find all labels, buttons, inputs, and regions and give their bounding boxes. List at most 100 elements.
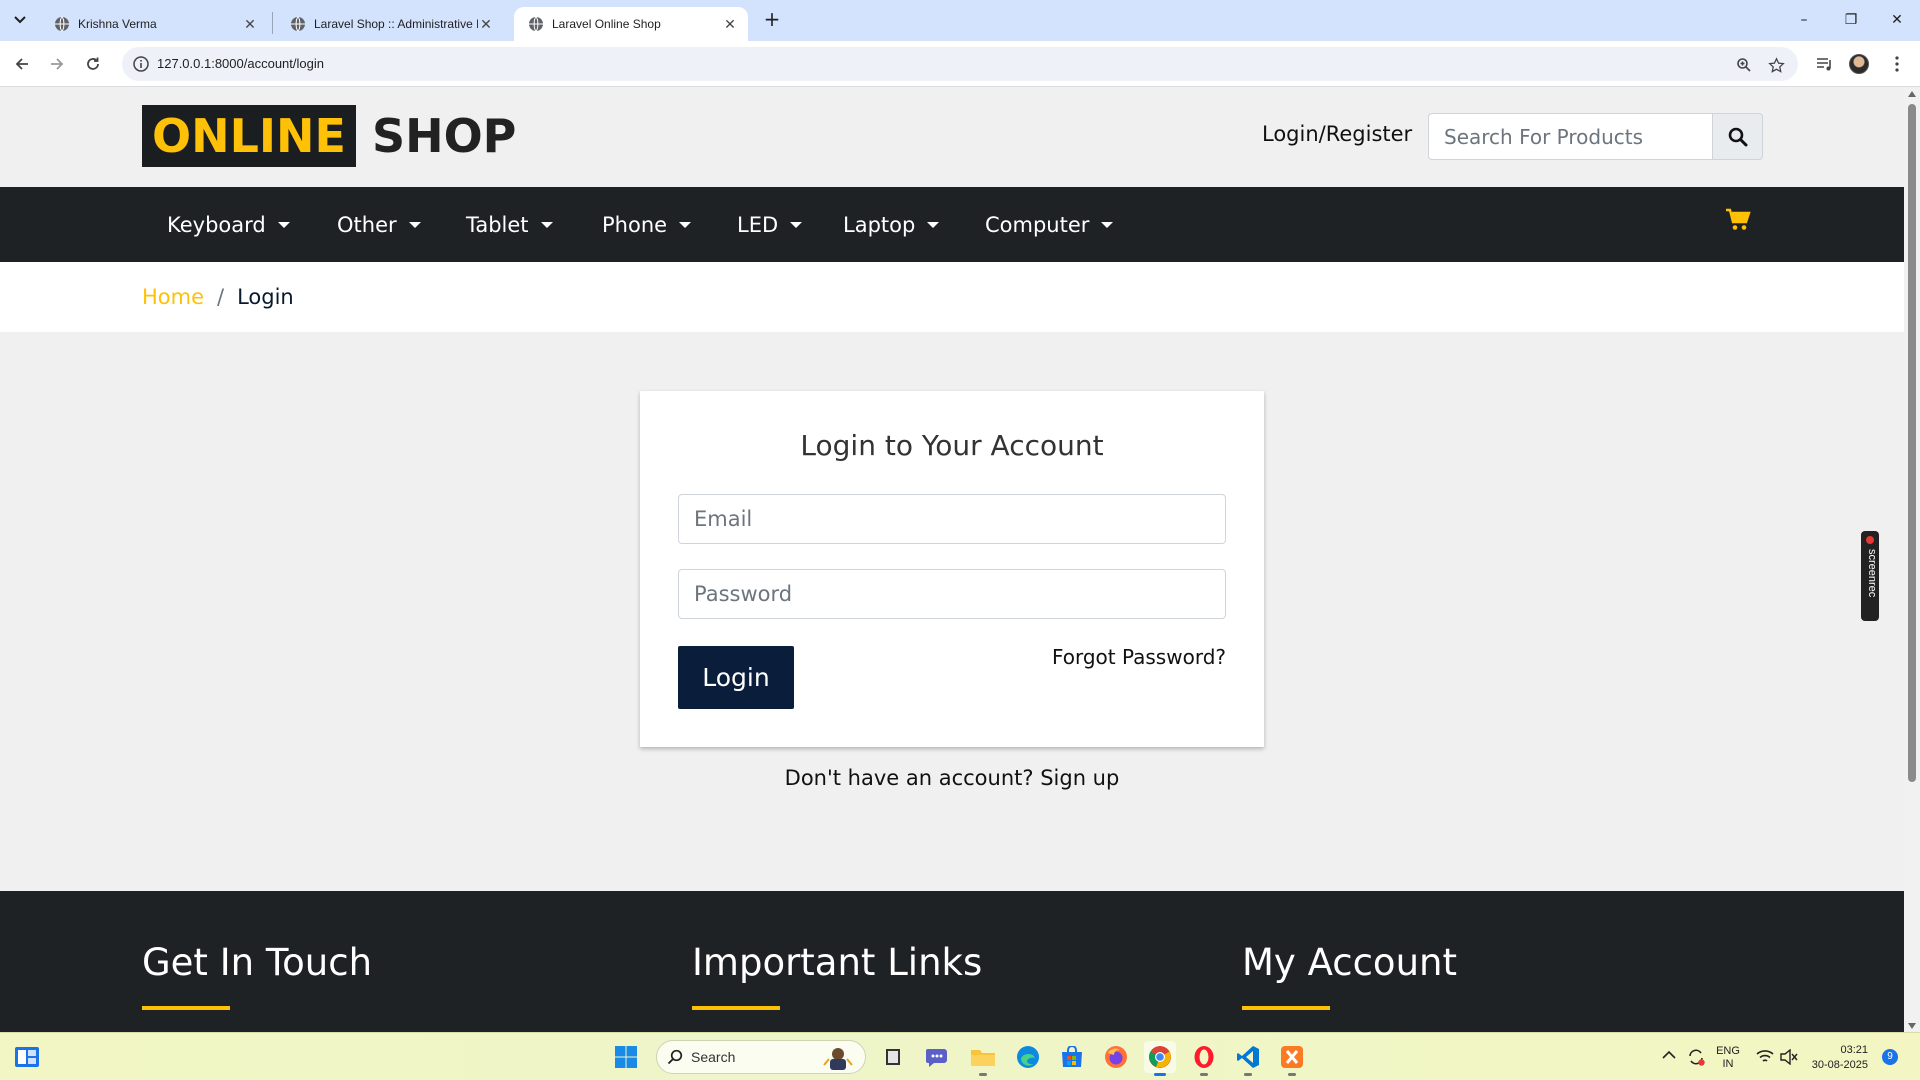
site-footer: Get In Touch Important Links My Account — [0, 891, 1904, 1032]
nav-label: Computer — [985, 212, 1090, 237]
back-button[interactable] — [7, 49, 37, 79]
globe-icon — [55, 16, 69, 32]
globe-icon — [529, 16, 543, 32]
page-scrollbar[interactable] — [1904, 88, 1920, 1032]
url-text: 127.0.0.1:8000/account/login — [157, 56, 324, 71]
browser-menu-icon[interactable] — [1884, 51, 1910, 77]
login-title: Login to Your Account — [800, 429, 1104, 462]
caret-down-icon — [1101, 221, 1114, 228]
record-dot-icon — [1866, 536, 1874, 544]
logo-online: ONLINE — [142, 105, 356, 167]
taskbar: Search ENG IN 03:21 30-08-2025 9 — [0, 1032, 1920, 1080]
breadcrumb-home-link[interactable]: Home — [142, 285, 204, 309]
back-arrow-icon — [15, 58, 28, 70]
search-icon — [1728, 127, 1747, 146]
tab-title: Krishna Verma — [78, 17, 157, 31]
tab-close-icon[interactable]: ✕ — [722, 16, 738, 33]
scroll-up-arrow-icon[interactable] — [1908, 91, 1916, 97]
browser-toolbar: 127.0.0.1:8000/account/login — [0, 41, 1920, 87]
browser-tab-active[interactable]: Laravel Online Shop ✕ — [514, 7, 748, 41]
region-code: IN — [1722, 1058, 1734, 1070]
globe-icon — [291, 16, 305, 32]
tab-close-icon[interactable]: ✕ — [478, 16, 494, 33]
nav-label: Other — [337, 212, 397, 237]
browser-tab-strip: Krishna Verma ✕ Laravel Shop :: Administ… — [0, 0, 1920, 41]
nav-label: Phone — [602, 212, 668, 237]
language-indicator[interactable]: ENG IN — [1712, 1045, 1744, 1071]
scroll-down-arrow-icon[interactable] — [1908, 1023, 1916, 1029]
site-logo[interactable]: ONLINE SHOP — [142, 105, 516, 167]
signup-link[interactable]: Don't have an account? Sign up — [640, 766, 1264, 790]
nav-led[interactable]: LED — [737, 187, 803, 262]
category-nav: Keyboard Other Tablet Phone LED Laptop C… — [0, 187, 1904, 262]
forward-button[interactable] — [42, 49, 72, 79]
tab-separator — [272, 12, 273, 34]
site-header: ONLINE SHOP Login/Register — [0, 88, 1904, 187]
nav-laptop[interactable]: Laptop — [843, 187, 940, 262]
restore-button[interactable]: ❐ — [1836, 6, 1866, 34]
nav-label: Tablet — [466, 212, 529, 237]
system-tray: ENG IN 03:21 30-08-2025 9 — [0, 1033, 1920, 1080]
nav-label: Laptop — [843, 212, 916, 237]
caret-down-icon — [927, 221, 940, 228]
scrollbar-thumb[interactable] — [1908, 104, 1916, 782]
site-info-icon[interactable] — [132, 55, 150, 73]
clock[interactable]: 03:21 30-08-2025 — [1810, 1043, 1868, 1073]
forward-arrow-icon — [51, 58, 64, 70]
tab-search-chevron-icon[interactable] — [8, 8, 32, 32]
page-viewport: ONLINE SHOP Login/Register Keyboard Othe… — [0, 88, 1904, 1032]
email-field[interactable] — [678, 494, 1226, 544]
profile-avatar[interactable] — [1846, 51, 1872, 77]
nav-tablet[interactable]: Tablet — [466, 187, 553, 262]
screenrec-widget[interactable]: screenrec — [1861, 531, 1879, 621]
reload-button[interactable] — [78, 49, 108, 79]
clock-date: 30-08-2025 — [1811, 1059, 1868, 1071]
nav-other[interactable]: Other — [337, 187, 421, 262]
logo-shop: SHOP — [371, 109, 517, 163]
breadcrumb: Home / Login — [0, 262, 1904, 332]
notification-badge[interactable]: 9 — [1882, 1049, 1898, 1065]
breadcrumb-separator: / — [217, 285, 225, 309]
nav-computer[interactable]: Computer — [985, 187, 1114, 262]
new-tab-button[interactable]: + — [758, 8, 786, 32]
caret-down-icon — [408, 221, 421, 228]
clock-time: 03:21 — [1840, 1044, 1868, 1056]
bookmark-star-icon[interactable] — [1766, 55, 1786, 75]
speaker-muted-icon[interactable] — [1780, 1049, 1798, 1065]
heading-underline — [142, 1006, 230, 1010]
address-bar[interactable]: 127.0.0.1:8000/account/login — [122, 47, 1798, 81]
reload-icon — [87, 57, 99, 70]
sync-icon[interactable] — [1686, 1047, 1706, 1067]
footer-heading: My Account — [1242, 941, 1457, 984]
password-field[interactable] — [678, 569, 1226, 619]
login-register-link[interactable]: Login/Register — [1262, 122, 1412, 146]
nav-label: Keyboard — [167, 212, 266, 237]
browser-tab-2[interactable]: Laravel Shop :: Administrative P ✕ — [276, 7, 504, 41]
nav-phone[interactable]: Phone — [602, 187, 692, 262]
forgot-password-link[interactable]: Forgot Password? — [1052, 645, 1226, 669]
footer-heading: Important Links — [692, 941, 983, 984]
browser-tab-1[interactable]: Krishna Verma ✕ — [40, 7, 268, 41]
login-button[interactable]: Login — [678, 646, 794, 709]
heading-underline — [692, 1006, 780, 1010]
chevron-up-icon[interactable] — [1662, 1050, 1676, 1060]
language-code: ENG — [1716, 1045, 1740, 1057]
caret-down-icon — [277, 221, 290, 228]
caret-down-icon — [679, 221, 692, 228]
close-window-button[interactable]: ✕ — [1882, 6, 1912, 34]
zoom-icon[interactable] — [1734, 55, 1754, 75]
heading-underline — [1242, 1006, 1330, 1010]
minimize-button[interactable]: – — [1789, 6, 1819, 34]
search-button[interactable] — [1712, 113, 1763, 160]
tab-close-icon[interactable]: ✕ — [242, 16, 258, 33]
product-search-input[interactable] — [1428, 113, 1713, 160]
nav-keyboard[interactable]: Keyboard — [167, 187, 290, 262]
avatar — [1849, 54, 1869, 74]
caret-down-icon — [540, 221, 553, 228]
login-card: Login to Your Account Login Forgot Passw… — [640, 391, 1264, 747]
caret-down-icon — [790, 221, 803, 228]
wifi-icon[interactable] — [1756, 1049, 1774, 1065]
media-control-icon[interactable] — [1812, 51, 1838, 77]
cart-icon[interactable] — [1725, 208, 1751, 232]
footer-heading: Get In Touch — [142, 941, 373, 984]
